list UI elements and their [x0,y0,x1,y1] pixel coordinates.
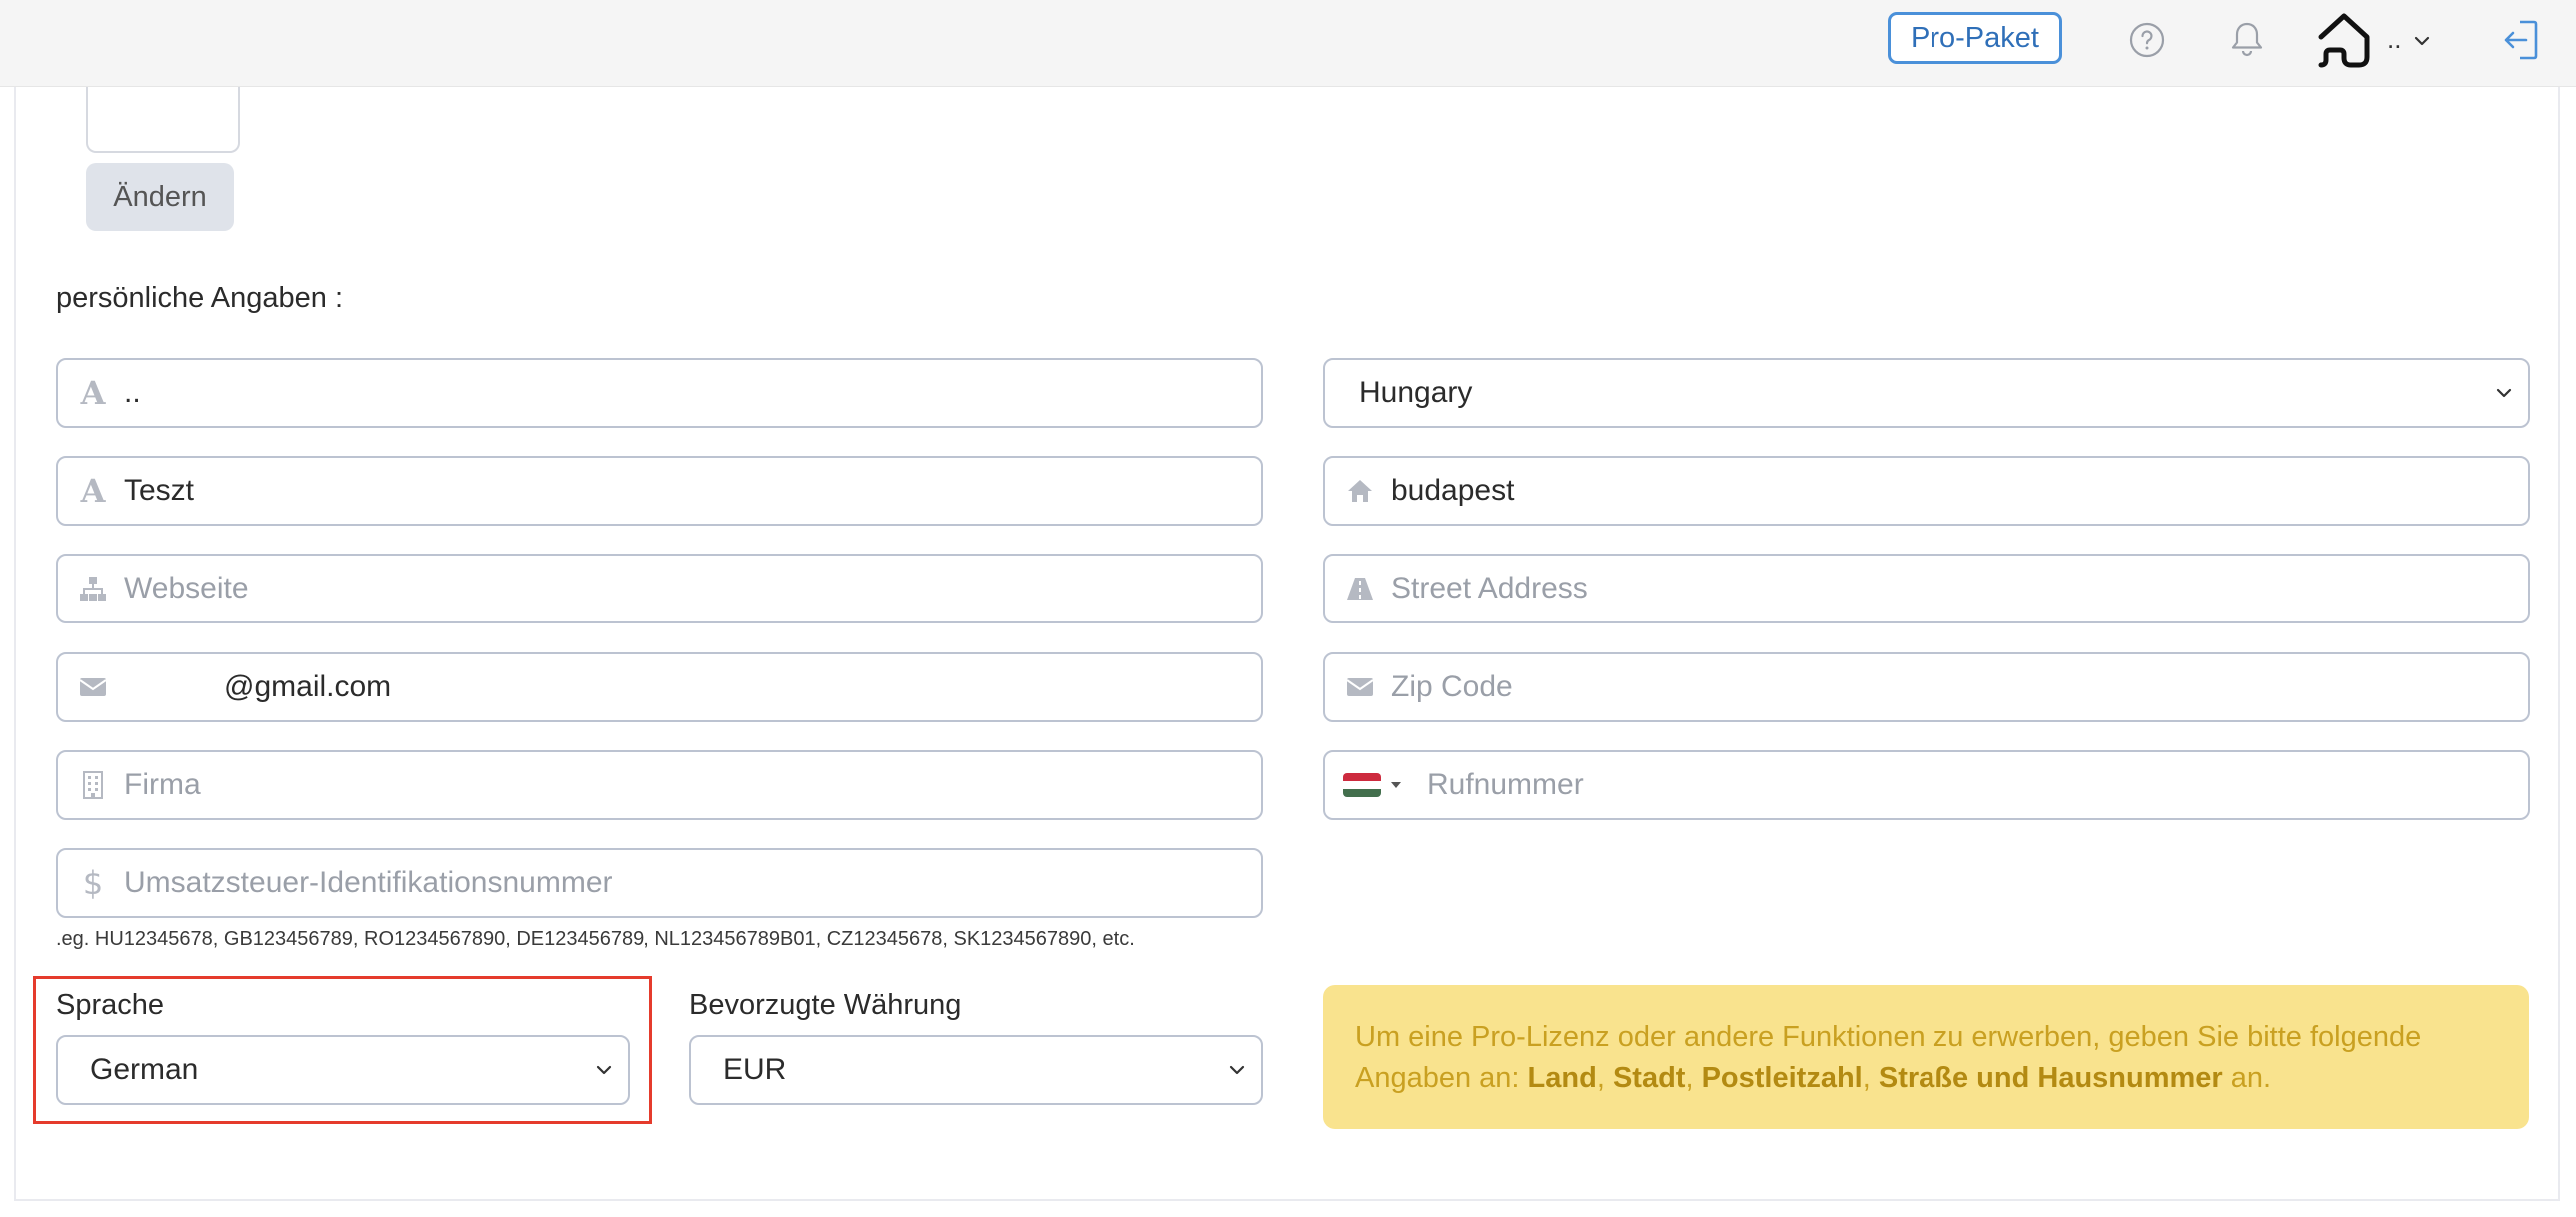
bell-icon[interactable] [2229,20,2265,60]
vat-field[interactable]: $ [56,848,1263,918]
country-value: Hungary [1359,376,1473,409]
language-highlight [33,976,652,1124]
top-bar: Pro-Paket .. [0,0,2576,87]
phone-input[interactable] [1427,755,2528,815]
notice-city: Stadt [1612,1062,1686,1094]
section-title: persönliche Angaben : [56,282,343,314]
notice-separator: , [1862,1062,1879,1094]
envelope-icon [1325,654,1395,720]
text-icon: A [80,374,106,412]
text-icon: A [80,472,106,510]
first-name-input[interactable] [124,363,1261,423]
notice-separator: , [1685,1062,1702,1094]
notice-separator: , [1596,1062,1613,1094]
pro-license-notice: Um eine Pro-Lizenz oder andere Funktione… [1323,985,2529,1129]
vat-input[interactable] [124,853,1261,913]
change-image-button[interactable]: Ändern [86,163,234,231]
home-avatar-icon[interactable] [2313,10,2375,72]
chevron-down-icon [2496,388,2512,398]
country-select[interactable]: Hungary [1323,358,2530,428]
notice-street: Straße und Hausnummer [1878,1062,2223,1094]
road-icon [1325,556,1395,621]
notice-country: Land [1527,1062,1597,1094]
pro-package-button[interactable]: Pro-Paket [1888,12,2062,64]
website-input[interactable] [124,559,1261,618]
phone-field[interactable] [1323,750,2530,820]
street-input[interactable] [1391,559,2528,618]
notice-zip: Postleitzahl [1701,1062,1863,1094]
building-icon [58,752,128,818]
envelope-icon [58,654,128,720]
currency-value: EUR [723,1053,787,1086]
zip-field[interactable] [1323,652,2530,722]
zip-input[interactable] [1391,657,2528,717]
vat-hint: .eg. HU12345678, GB123456789, RO12345678… [56,928,1135,950]
caret-down-icon [1391,782,1401,788]
last-name-field[interactable]: A [56,456,1263,526]
home-icon [1325,458,1395,524]
currency-select[interactable]: EUR [689,1035,1263,1105]
website-field[interactable] [56,554,1263,623]
phone-country-picker[interactable] [1325,773,1431,797]
last-name-input[interactable] [124,461,1261,521]
sitemap-icon [58,556,128,621]
street-field[interactable] [1323,554,2530,623]
notice-text-end: an. [2222,1062,2272,1094]
email-input[interactable] [124,657,1261,717]
hungary-flag-icon [1343,773,1381,797]
logout-icon[interactable] [2500,18,2540,62]
chevron-down-icon [1229,1065,1245,1075]
company-field[interactable] [56,750,1263,820]
user-name[interactable]: .. [2387,24,2401,55]
city-field[interactable] [1323,456,2530,526]
profile-image-box [86,87,240,153]
chevron-down-icon[interactable] [2411,30,2433,52]
company-input[interactable] [124,755,1261,815]
city-input[interactable] [1391,461,2528,521]
currency-label: Bevorzugte Währung [689,989,962,1021]
first-name-field[interactable]: A [56,358,1263,428]
email-field[interactable] [56,652,1263,722]
dollar-icon: $ [82,864,104,902]
question-circle-icon[interactable] [2129,22,2165,58]
